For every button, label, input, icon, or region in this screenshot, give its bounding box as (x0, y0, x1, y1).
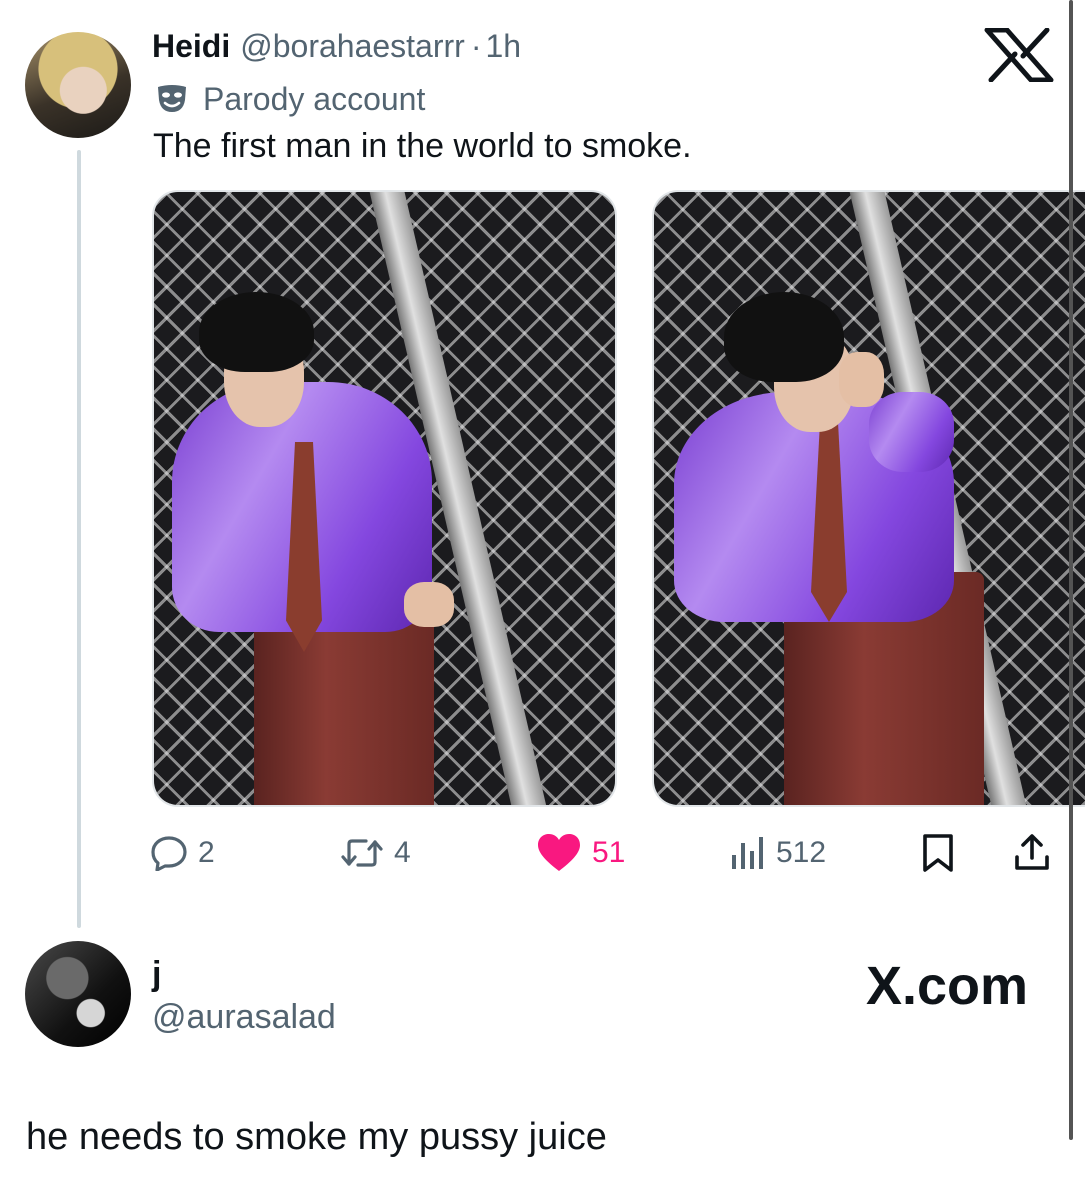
like-button[interactable]: 51 (536, 828, 625, 878)
tweet-time[interactable]: 1h (485, 28, 521, 64)
author-name[interactable]: Heidi (152, 28, 230, 65)
author-handle-time: @borahaestarrr · 1h (240, 28, 521, 65)
like-count: 51 (592, 836, 626, 869)
share-button[interactable] (1012, 828, 1052, 878)
bookmark-button[interactable] (920, 828, 956, 878)
repost-count: 4 (394, 836, 411, 869)
x-com-watermark: X.com (866, 955, 1028, 1017)
avatar-heidi[interactable] (25, 32, 131, 138)
photo-1-background (154, 192, 615, 805)
reply-button[interactable]: 2 (150, 828, 215, 878)
figure-pants (254, 612, 434, 805)
bookmark-icon (923, 834, 953, 872)
author-handle[interactable]: @borahaestarrr (240, 28, 465, 64)
reply-text: he needs to smoke my pussy juice (26, 1116, 607, 1158)
views-button[interactable]: 512 (730, 828, 826, 878)
figure-hair (199, 292, 314, 372)
figure-hair (724, 292, 844, 382)
avatar-j[interactable] (25, 941, 131, 1047)
tweet-photo-2[interactable] (652, 190, 1085, 807)
tweet-photo-1[interactable] (152, 190, 617, 807)
separator-dot: · (470, 28, 482, 64)
figure-hand (404, 582, 454, 627)
figure-hand (839, 352, 884, 407)
reply-count: 2 (198, 836, 215, 869)
views-icon (732, 837, 763, 869)
tweet-text: The first man in the world to smoke. (153, 127, 692, 165)
thread-connector-line (77, 150, 81, 928)
reply-author-name[interactable]: j (152, 955, 161, 994)
reply-icon (151, 836, 187, 871)
figure-raised-arm (869, 392, 954, 472)
scrollbar[interactable] (1069, 0, 1073, 1140)
reply-author-handle[interactable]: @aurasalad (152, 998, 336, 1037)
repost-icon (341, 839, 383, 867)
tweet-actions: 2 4 51 512 (150, 828, 1060, 878)
views-count: 512 (776, 836, 827, 869)
parody-label-text: Parody account (203, 80, 426, 117)
repost-button[interactable]: 4 (340, 828, 411, 878)
x-com-text: X.com (866, 956, 1029, 1016)
photo-2-background (654, 192, 1085, 805)
heart-icon (538, 834, 580, 871)
parody-label: Parody account (155, 80, 425, 118)
tweet-header: Heidi @borahaestarrr · 1h (152, 28, 521, 68)
x-logo-icon (984, 28, 1054, 82)
parody-mask-icon (158, 85, 186, 112)
share-icon (1015, 834, 1049, 870)
